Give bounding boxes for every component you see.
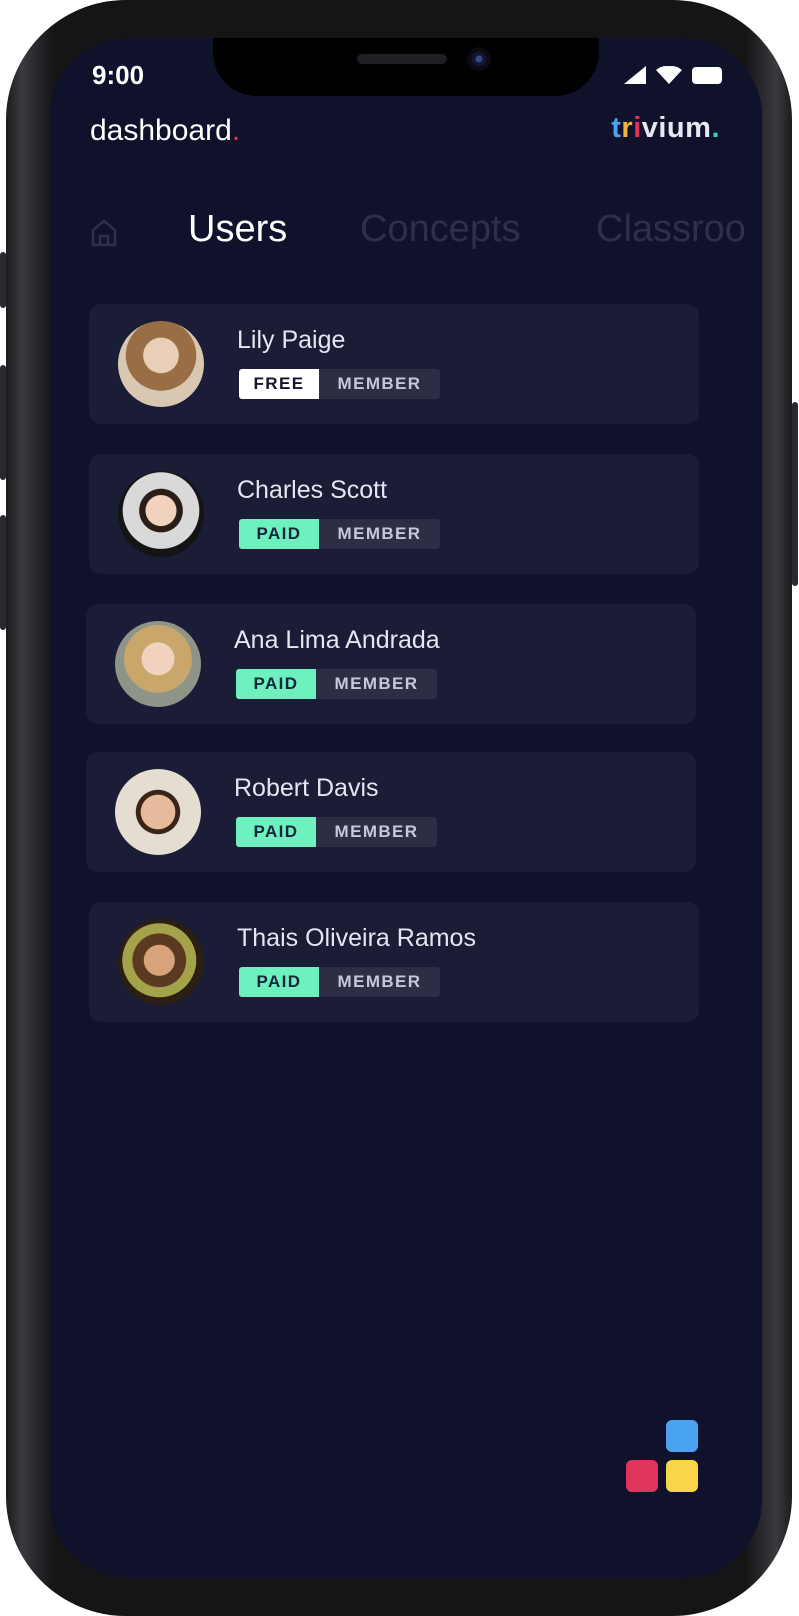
- brand-letter-t: t: [611, 112, 622, 144]
- role-badge: MEMBER: [319, 369, 440, 399]
- user-card[interactable]: Ana Lima Andrada PAID MEMBER: [86, 604, 696, 724]
- status-icons: [624, 66, 722, 84]
- home-icon[interactable]: [90, 218, 118, 248]
- page-title: dashboard.: [90, 114, 240, 148]
- plan-badge: PAID: [239, 519, 319, 549]
- speaker-grille: [357, 54, 447, 64]
- tab-bar: Users Concepts Classroo: [90, 208, 762, 268]
- role-badge: MEMBER: [319, 519, 440, 549]
- plan-badge: FREE: [239, 369, 319, 399]
- tab-users[interactable]: Users: [188, 208, 287, 251]
- page-title-text: dashboard: [90, 114, 232, 147]
- logo-square-yellow: [666, 1460, 698, 1492]
- user-badges: FREE MEMBER: [239, 369, 440, 399]
- page-title-dot: .: [231, 114, 241, 147]
- brand-letters-vium: vium: [641, 112, 712, 144]
- plan-badge: PAID: [236, 669, 316, 699]
- user-card[interactable]: Lily Paige FREE MEMBER: [89, 304, 699, 424]
- avatar: [115, 621, 201, 707]
- user-card[interactable]: Robert Davis PAID MEMBER: [86, 752, 696, 872]
- user-name: Lily Paige: [237, 326, 346, 354]
- power-button: [792, 402, 798, 586]
- user-name: Ana Lima Andrada: [234, 626, 440, 654]
- user-badges: PAID MEMBER: [239, 967, 440, 997]
- app-logo-icon[interactable]: [626, 1420, 698, 1492]
- avatar: [115, 769, 201, 855]
- role-badge: MEMBER: [319, 967, 440, 997]
- user-card[interactable]: Charles Scott PAID MEMBER: [89, 454, 699, 574]
- plan-badge: PAID: [239, 967, 319, 997]
- user-badges: PAID MEMBER: [239, 519, 440, 549]
- brand-letter-i: i: [633, 112, 642, 144]
- brand-logo[interactable]: trivium.: [611, 112, 720, 145]
- logo-square-blue: [666, 1420, 698, 1452]
- user-name: Thais Oliveira Ramos: [237, 924, 476, 952]
- tab-classrooms[interactable]: Classroo: [596, 208, 746, 251]
- home-icon-glyph: [91, 219, 117, 247]
- user-badges: PAID MEMBER: [236, 669, 437, 699]
- mute-switch: [0, 252, 6, 308]
- wifi-icon: [656, 66, 682, 84]
- user-name: Charles Scott: [237, 476, 388, 504]
- avatar: [118, 919, 204, 1005]
- tab-concepts[interactable]: Concepts: [360, 208, 521, 251]
- app-screen: 9:00 dashboard. trivium. Users Concepts …: [50, 38, 762, 1578]
- avatar: [118, 321, 204, 407]
- user-card[interactable]: Thais Oliveira Ramos PAID MEMBER: [89, 902, 699, 1022]
- battery-icon: [692, 66, 722, 84]
- notch: [213, 38, 599, 96]
- volume-up-button: [0, 365, 6, 480]
- phone-frame: 9:00 dashboard. trivium. Users Concepts …: [0, 0, 798, 1616]
- role-badge: MEMBER: [316, 669, 437, 699]
- logo-square-red: [626, 1460, 658, 1492]
- volume-down-button: [0, 515, 6, 630]
- front-camera: [467, 47, 491, 71]
- user-name: Robert Davis: [234, 774, 379, 802]
- status-time: 9:00: [92, 60, 145, 90]
- brand-dot: .: [711, 112, 720, 144]
- role-badge: MEMBER: [316, 817, 437, 847]
- plan-badge: PAID: [236, 817, 316, 847]
- brand-letter-r: r: [621, 112, 634, 144]
- user-badges: PAID MEMBER: [236, 817, 437, 847]
- cellular-signal-icon: [624, 66, 646, 84]
- avatar: [118, 471, 204, 557]
